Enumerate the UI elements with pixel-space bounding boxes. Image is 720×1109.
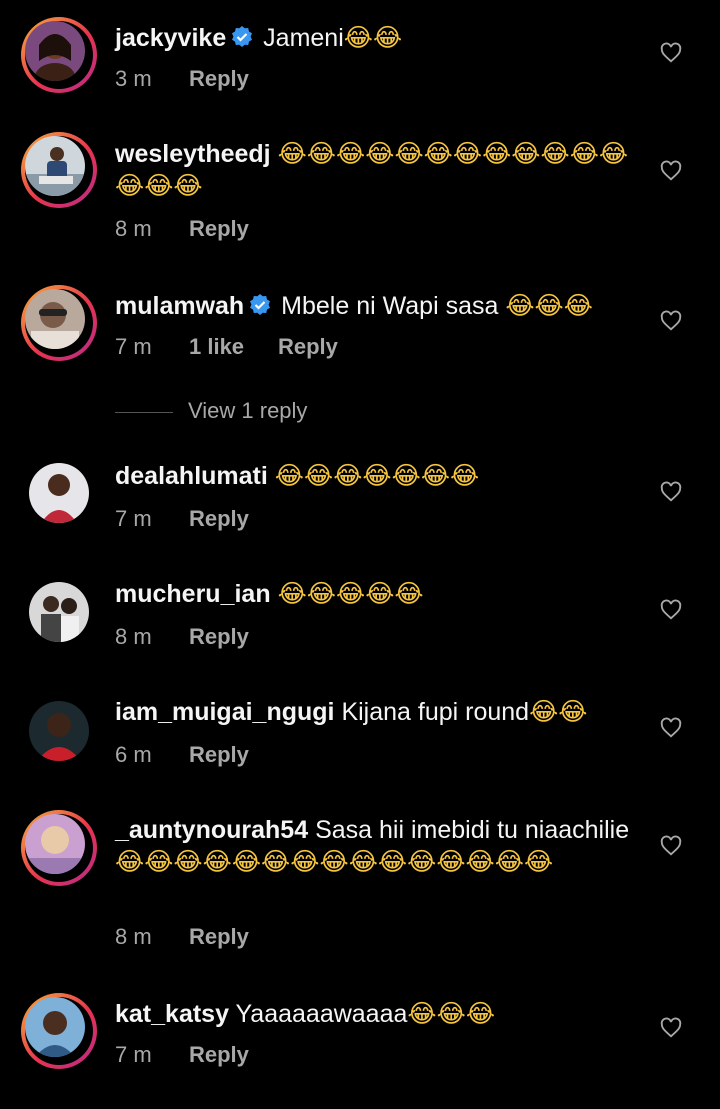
view-replies-button[interactable]: View 1 reply	[115, 396, 307, 426]
comment-username[interactable]: kat_katsy	[115, 1000, 229, 1028]
heart-icon[interactable]	[660, 160, 682, 182]
avatar[interactable]	[21, 810, 97, 886]
verified-badge-icon	[250, 294, 271, 315]
avatar[interactable]	[21, 17, 97, 93]
avatar[interactable]	[21, 574, 97, 650]
reply-button[interactable]: Reply	[189, 506, 249, 532]
comment-username[interactable]: _auntynourah54	[115, 816, 308, 844]
comment-emoji: 😂😂😂😂😂	[277, 580, 424, 608]
comment-time: 8 m	[115, 624, 152, 649]
comment-time: 7 m	[115, 506, 152, 531]
reply-button[interactable]: Reply	[278, 334, 338, 360]
comment-time: 8 m	[115, 216, 152, 241]
comment-emoji: 😂😂😂😂😂😂😂	[274, 462, 480, 490]
reply-button[interactable]: Reply	[189, 1042, 249, 1068]
comment-emoji: 😂😂	[343, 24, 403, 52]
avatar[interactable]	[21, 693, 97, 769]
comment-text: Mbele ni Wapi sasa	[281, 292, 499, 320]
avatar[interactable]	[21, 132, 97, 208]
comment-time: 8 m	[115, 924, 152, 949]
comment-text: Sasa hii imebidi tu niaachilie	[315, 816, 630, 844]
reply-button[interactable]: Reply	[189, 66, 249, 92]
heart-icon[interactable]	[660, 599, 682, 621]
heart-icon[interactable]	[660, 42, 682, 64]
comment-time: 3 m	[115, 66, 152, 91]
heart-icon[interactable]	[660, 1017, 682, 1039]
comment-username[interactable]: jackyvike	[115, 24, 226, 52]
heart-icon[interactable]	[660, 481, 682, 503]
reply-button[interactable]: Reply	[189, 924, 249, 950]
heart-icon[interactable]	[660, 717, 682, 739]
view-replies-label: View 1 reply	[188, 398, 308, 423]
comment-username[interactable]: mulamwah	[115, 292, 244, 320]
comment-time: 7 m	[115, 334, 152, 359]
verified-badge-icon	[232, 26, 253, 47]
comment-time: 7 m	[115, 1042, 152, 1067]
comment-emoji: 😂😂😂	[407, 1000, 496, 1028]
avatar[interactable]	[21, 993, 97, 1069]
like-count[interactable]: 1 like	[189, 334, 278, 360]
comment-username[interactable]: dealahlumati	[115, 462, 268, 490]
reply-button[interactable]: Reply	[189, 624, 249, 650]
replies-divider	[115, 411, 173, 413]
comment-text: Yaaaaaawaaaa	[235, 1000, 408, 1028]
comment-text: Jameni	[263, 24, 344, 52]
comment-emoji: 😂😂	[529, 698, 588, 726]
comment-text: Kijana fupi round	[341, 698, 530, 726]
comment-time: 6 m	[115, 742, 152, 767]
comment-emoji: 😂😂😂	[505, 292, 593, 320]
reply-button[interactable]: Reply	[189, 216, 249, 242]
heart-icon[interactable]	[660, 835, 682, 857]
avatar[interactable]	[21, 285, 97, 361]
comment-username[interactable]: iam_muigai_ngugi	[115, 698, 334, 726]
avatar[interactable]	[21, 455, 97, 531]
heart-icon[interactable]	[660, 310, 682, 332]
comment-emoji: 😂😂😂😂😂😂😂😂😂😂😂😂😂😂😂	[115, 848, 554, 876]
comment-username[interactable]: wesleytheedj	[115, 140, 271, 168]
reply-button[interactable]: Reply	[189, 742, 249, 768]
comment-username[interactable]: mucheru_ian	[115, 580, 271, 608]
